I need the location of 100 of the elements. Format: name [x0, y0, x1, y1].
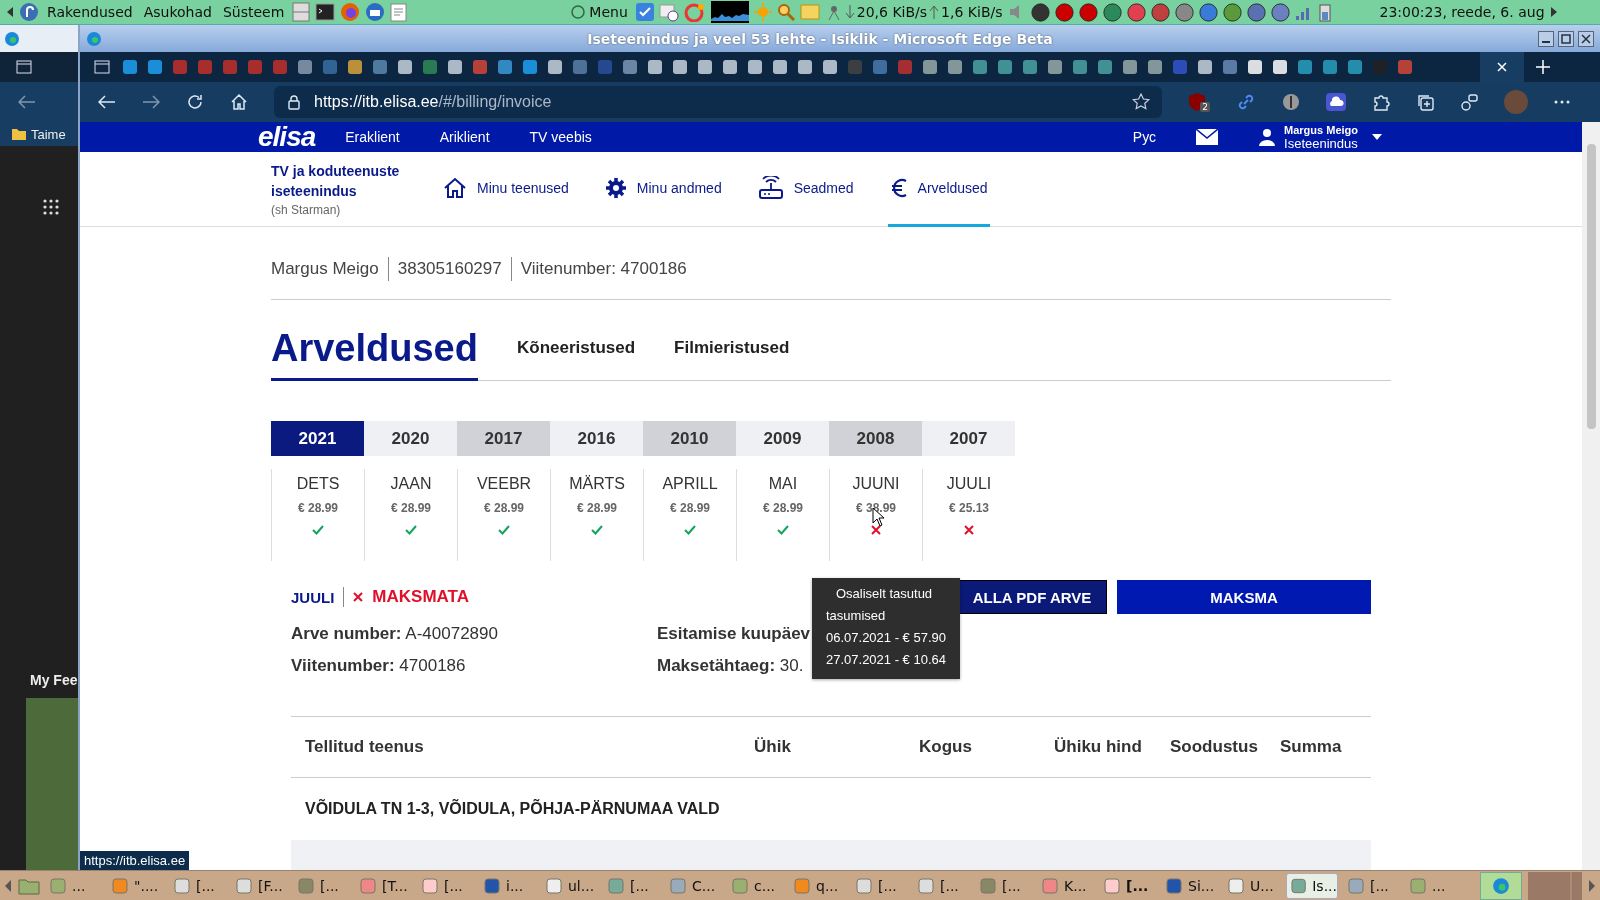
tab-favicon-icon[interactable]	[347, 59, 363, 75]
taskbar-item[interactable]: K...	[1038, 872, 1094, 899]
nav-tab[interactable]: Seadmed	[755, 152, 856, 227]
month-name[interactable]: JUUNI	[852, 475, 900, 493]
page-tab[interactable]: Kõneeristused	[516, 338, 636, 381]
taskbar-item[interactable]: Si...	[1162, 872, 1218, 899]
tab-favicon-icon[interactable]	[697, 59, 713, 75]
month-name[interactable]: MÄRTS	[569, 475, 625, 493]
language-link[interactable]: Рус	[1132, 129, 1157, 145]
taskbar-item[interactable]: [...	[604, 872, 660, 899]
taskbar-item[interactable]: [...	[914, 872, 970, 899]
tray-app-icon[interactable]	[1030, 2, 1050, 22]
pay-button[interactable]: MAKSMA	[1117, 580, 1371, 614]
taskbar-item[interactable]: [F...	[232, 872, 288, 899]
tab-favicon-icon[interactable]	[1122, 59, 1138, 75]
tray-app-icon[interactable]	[1126, 2, 1146, 22]
tray-app-icon[interactable]	[1222, 2, 1242, 22]
feedback-icon[interactable]	[1460, 93, 1478, 111]
checkbox-app-icon[interactable]	[635, 3, 654, 21]
back-arrow-icon[interactable]	[18, 95, 36, 109]
taskbar-item[interactable]: q...	[790, 872, 846, 899]
link-icon[interactable]	[1236, 92, 1256, 112]
new-tab-icon[interactable]	[1536, 60, 1550, 74]
taskbar-item[interactable]: "....	[108, 872, 164, 899]
taskbar-item[interactable]: ...	[46, 872, 102, 899]
panel-arrow-icon[interactable]	[1549, 7, 1558, 17]
taskbar-item[interactable]: [...	[1100, 872, 1156, 899]
tray-app-icon[interactable]	[1078, 2, 1098, 22]
page-tab[interactable]: Filmieristused	[674, 338, 790, 381]
vertical-tabs-icon[interactable]	[16, 60, 32, 74]
fedora-logo-icon[interactable]	[19, 2, 39, 22]
panel-menu[interactable]: Süsteem	[222, 4, 285, 20]
tab-favicon-icon[interactable]	[1247, 59, 1263, 75]
thunderbird-icon[interactable]	[365, 2, 386, 22]
address-bar[interactable]: https://itb.elisa.ee/#/billing/invoice	[274, 86, 1163, 118]
tray-app-icon[interactable]	[1270, 2, 1290, 22]
taskbar-item[interactable]: ul...	[542, 872, 598, 899]
tab-favicon-icon[interactable]	[647, 59, 663, 75]
search-icon[interactable]	[776, 3, 795, 21]
tab-favicon-icon[interactable]	[1197, 59, 1213, 75]
user-role[interactable]: Iseteenindus	[1284, 137, 1358, 150]
text-editor-icon[interactable]	[390, 2, 409, 22]
taskbar-arrow-icon[interactable]	[4, 879, 12, 892]
tray-app-icon[interactable]	[1102, 2, 1122, 22]
vertical-tabs-icon[interactable]	[94, 60, 110, 74]
year-tab[interactable]: 2008	[829, 421, 922, 456]
month-name[interactable]: MAI	[768, 475, 798, 493]
clock-app-icon[interactable]	[658, 2, 679, 22]
taskbar-arrow-icon[interactable]	[1588, 879, 1596, 892]
tab-favicon-icon[interactable]	[922, 59, 938, 75]
puzzle-icon[interactable]	[1372, 93, 1390, 111]
apps-grid-icon[interactable]	[42, 198, 60, 216]
tray-app-icon[interactable]	[1150, 2, 1170, 22]
tab-favicon-icon[interactable]	[397, 59, 413, 75]
panel-arrow-icon[interactable]	[6, 7, 14, 17]
month-name[interactable]: APRILL	[662, 475, 718, 493]
taskbar-item[interactable]: [...	[852, 872, 908, 899]
taskbar-item[interactable]: U...	[1224, 872, 1280, 899]
year-tab[interactable]: 2007	[922, 421, 1015, 456]
tray-app-icon[interactable]	[1198, 2, 1218, 22]
header-nav-link[interactable]: Ariklient	[439, 129, 490, 145]
taskbar-item[interactable]: [...	[418, 872, 474, 899]
month-name[interactable]: JAAN	[390, 475, 432, 493]
nav-tab[interactable]: Arveldused	[887, 152, 990, 227]
year-tab[interactable]: 2009	[736, 421, 829, 456]
collections-icon[interactable]	[1416, 93, 1434, 111]
year-tab[interactable]: 2017	[457, 421, 550, 456]
forward-arrow-icon[interactable]	[142, 95, 160, 109]
year-tab[interactable]: 2016	[550, 421, 643, 456]
active-tab[interactable]	[1480, 52, 1524, 82]
panel-menu[interactable]: Asukohad	[143, 4, 212, 20]
month-name[interactable]: DETS	[296, 475, 340, 493]
year-tab[interactable]: 2020	[364, 421, 457, 456]
month-name[interactable]: JUULI	[946, 475, 992, 493]
favorite-star-icon[interactable]	[1132, 93, 1153, 111]
tab-favicon-icon[interactable]	[747, 59, 763, 75]
taskbar-item[interactable]: [...	[976, 872, 1032, 899]
tab-favicon-icon[interactable]	[672, 59, 688, 75]
tab-favicon-icon[interactable]	[447, 59, 463, 75]
tab-favicon-icon[interactable]	[772, 59, 788, 75]
header-nav-link[interactable]: TV veebis	[529, 129, 592, 145]
elisa-logo[interactable]: elisa	[258, 122, 316, 153]
scrollbar[interactable]	[1582, 122, 1600, 870]
terminal-icon[interactable]	[315, 3, 336, 21]
scrollbar-thumb[interactable]	[1587, 144, 1596, 429]
nav-tab[interactable]: Minu teenused	[441, 152, 571, 227]
taskbar-item[interactable]: i...	[480, 872, 536, 899]
year-tab[interactable]: 2021	[271, 421, 364, 456]
taskbar-item[interactable]: [...	[1344, 872, 1400, 899]
edge-taskbar-button[interactable]	[1480, 871, 1522, 900]
taskbar-item[interactable]: [T...	[356, 872, 412, 899]
tab-favicon-icon[interactable]	[1047, 59, 1063, 75]
battery-icon[interactable]	[1317, 2, 1334, 22]
mail-icon[interactable]	[1196, 129, 1219, 145]
tab-favicon-icon[interactable]	[947, 59, 963, 75]
more-icon[interactable]	[1554, 100, 1570, 104]
clock[interactable]: 23:00:23, reede, 6. aug	[1379, 4, 1545, 20]
cloud-icon[interactable]	[1326, 93, 1346, 111]
tab-favicon-icon[interactable]	[1147, 59, 1163, 75]
year-tab[interactable]: 2010	[643, 421, 736, 456]
